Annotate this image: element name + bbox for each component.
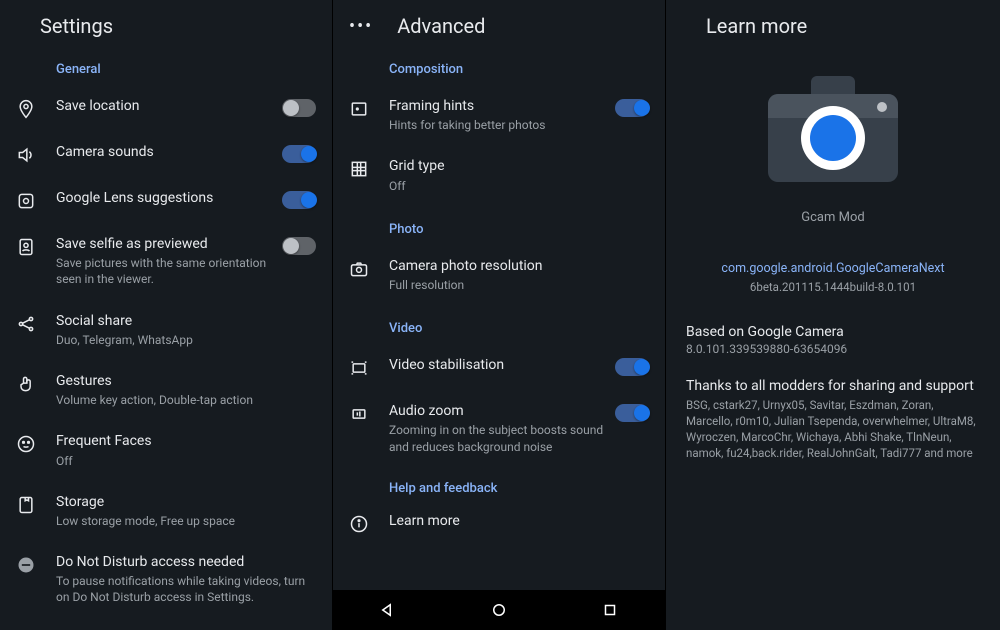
face-icon [16, 432, 56, 454]
toggle-video-stabilisation[interactable] [615, 358, 649, 376]
label: Camera sounds [56, 143, 274, 161]
label: Video stabilisation [389, 356, 607, 374]
label: Google Lens suggestions [56, 189, 274, 207]
label: Camera photo resolution [389, 257, 641, 275]
audio-zoom-icon [349, 402, 389, 424]
label: Grid type [389, 157, 641, 175]
section-video: Video [333, 305, 665, 344]
row-save-location[interactable]: Save location [0, 85, 332, 131]
advanced-title: Advanced [397, 14, 485, 38]
learn-more-panel: Learn more Gcam Mod com.google.android.G… [666, 0, 1000, 630]
nav-back-icon[interactable] [379, 601, 397, 619]
row-photo-resolution[interactable]: Camera photo resolution Full resolution [333, 245, 665, 305]
row-camera-sounds[interactable]: Camera sounds [0, 131, 332, 177]
framing-icon [349, 97, 389, 119]
build-string: 6beta.201115.1444build-8.0.101 [686, 280, 980, 294]
sublabel: Volume key action, Double-tap action [56, 392, 308, 408]
advanced-header: ••• Advanced [333, 0, 665, 46]
storage-icon [16, 493, 56, 515]
sublabel: Full resolution [389, 277, 641, 293]
label: Gestures [56, 372, 308, 390]
selfie-icon [16, 235, 56, 257]
camera-icon [349, 257, 389, 279]
settings-title: Settings [40, 14, 113, 38]
sublabel: Zooming in on the subject boosts sound a… [389, 422, 607, 454]
label: Framing hints [389, 97, 607, 115]
row-learn-more[interactable]: Learn more [333, 500, 665, 546]
row-frequent-faces[interactable]: Frequent Faces Off [0, 420, 332, 480]
based-on-version: 8.0.101.339539880-63654096 [686, 342, 980, 356]
toggle-save-location[interactable] [282, 99, 316, 117]
thanks-title: Thanks to all modders for sharing and su… [686, 378, 980, 394]
row-framing-hints[interactable]: Framing hints Hints for taking better ph… [333, 85, 665, 145]
sublabel: Off [389, 178, 641, 194]
grid-icon [349, 157, 389, 179]
label: Audio zoom [389, 402, 607, 420]
label: Learn more [389, 512, 641, 530]
learn-more-title: Learn more [706, 14, 807, 38]
label: Save location [56, 97, 274, 115]
row-google-lens[interactable]: Google Lens suggestions [0, 177, 332, 223]
label: Frequent Faces [56, 432, 308, 450]
sublabel: Duo, Telegram, WhatsApp [56, 332, 308, 348]
label: Do Not Disturb access needed [56, 553, 308, 571]
gesture-icon [16, 372, 56, 394]
sublabel: Low storage mode, Free up space [56, 513, 308, 529]
row-storage[interactable]: Storage Low storage mode, Free up space [0, 481, 332, 541]
section-composition: Composition [333, 46, 665, 85]
label: Social share [56, 312, 308, 330]
more-icon[interactable]: ••• [349, 16, 373, 37]
info-icon [349, 512, 389, 534]
row-grid-type[interactable]: Grid type Off [333, 145, 665, 205]
row-video-stabilisation[interactable]: Video stabilisation [333, 344, 665, 390]
sublabel: Save pictures with the same orientation … [56, 255, 274, 287]
advanced-panel: ••• Advanced Composition Framing hints H… [333, 0, 666, 630]
app-name: Gcam Mod [666, 210, 1000, 225]
toggle-google-lens[interactable] [282, 191, 316, 209]
section-general: General [0, 46, 332, 85]
based-on-title: Based on Google Camera [686, 324, 980, 340]
row-save-selfie[interactable]: Save selfie as previewed Save pictures w… [0, 223, 332, 300]
settings-header: Settings [0, 0, 332, 46]
label: Save selfie as previewed [56, 235, 274, 253]
toggle-framing-hints[interactable] [615, 99, 649, 117]
toggle-save-selfie[interactable] [282, 237, 316, 255]
toggle-audio-zoom[interactable] [615, 404, 649, 422]
android-navbar [333, 590, 665, 630]
package-name[interactable]: com.google.android.GoogleCameraNext [686, 261, 980, 276]
share-icon [16, 312, 56, 334]
toggle-camera-sounds[interactable] [282, 145, 316, 163]
row-audio-zoom[interactable]: Audio zoom Zooming in on the subject boo… [333, 390, 665, 467]
section-photo: Photo [333, 206, 665, 245]
nav-home-icon[interactable] [490, 601, 508, 619]
row-gestures[interactable]: Gestures Volume key action, Double-tap a… [0, 360, 332, 420]
lens-icon [16, 189, 56, 211]
thanks-body: BSG, cstark27, Urnyx05, Savitar, Eszdman… [686, 397, 980, 461]
section-help: Help and feedback [333, 467, 665, 500]
settings-panel: Settings General Save location Camera so… [0, 0, 333, 630]
learn-more-header: Learn more [666, 0, 1000, 46]
dnd-icon [16, 553, 56, 575]
stabilisation-icon [349, 356, 389, 378]
label: Storage [56, 493, 308, 511]
location-pin-icon [16, 97, 56, 119]
camera-app-icon [763, 66, 903, 186]
nav-recents-icon[interactable] [601, 601, 619, 619]
sublabel: Hints for taking better photos [389, 117, 607, 133]
row-social-share[interactable]: Social share Duo, Telegram, WhatsApp [0, 300, 332, 360]
sublabel: Off [56, 453, 308, 469]
row-dnd[interactable]: Do Not Disturb access needed To pause no… [0, 541, 332, 618]
app-icon-wrap [666, 46, 1000, 196]
speaker-icon [16, 143, 56, 165]
sublabel: To pause notifications while taking vide… [56, 573, 308, 605]
